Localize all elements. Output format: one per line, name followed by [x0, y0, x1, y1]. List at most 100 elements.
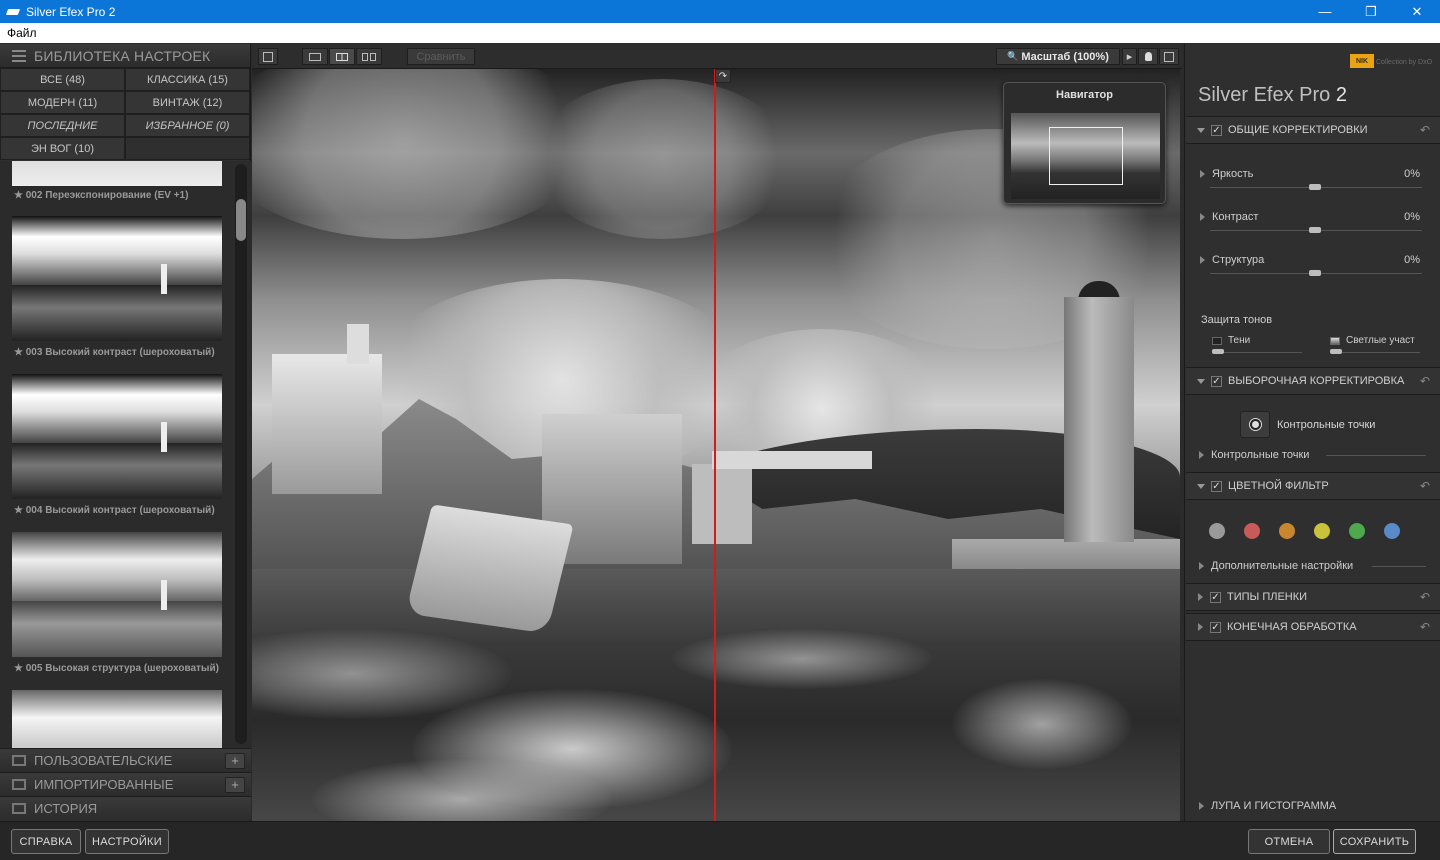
- color-filter-yellow-button[interactable]: [1314, 523, 1330, 539]
- preset-thumbnail[interactable]: [12, 690, 222, 749]
- close-button[interactable]: ✕: [1394, 0, 1440, 23]
- brightness-knob[interactable]: [1309, 184, 1321, 190]
- film-enable-checkbox[interactable]: ✓: [1210, 591, 1221, 603]
- view-side-by-side-button[interactable]: [356, 48, 382, 65]
- global-enable-checkbox[interactable]: ✓: [1211, 124, 1222, 136]
- toggle-right-panel-button[interactable]: [1159, 48, 1179, 65]
- navigator-thumbnail[interactable]: [1011, 113, 1160, 199]
- control-points-list-label: Контрольные точки: [1211, 449, 1310, 461]
- adjustments-panel: [1184, 44, 1440, 822]
- category-all[interactable]: ВСЕ (48): [0, 68, 125, 91]
- cancel-button[interactable]: ОТМЕНА: [1248, 829, 1330, 854]
- section-global-adjustments[interactable]: ✓ ОБЩИЕ КОРРЕКТИРОВКИ ↶: [1186, 116, 1440, 144]
- preset-thumbnail[interactable]: [12, 374, 222, 499]
- zoom-dropdown[interactable]: 🔍 Масштаб (100%): [996, 48, 1120, 65]
- single-view-icon: [309, 52, 321, 61]
- history-icon: [12, 803, 26, 814]
- reset-icon[interactable]: ↶: [1420, 620, 1430, 634]
- product-number: 2: [1335, 84, 1347, 106]
- category-en-vogue[interactable]: ЭН ВОГ (10): [0, 137, 125, 160]
- contrast-knob[interactable]: [1309, 227, 1321, 233]
- compare-button[interactable]: Сравнить: [407, 48, 475, 65]
- section-imported-label: ИМПОРТИРОВАННЫЕ: [34, 777, 174, 792]
- library-header[interactable]: БИБЛИОТЕКА НАСТРОЕК: [0, 44, 250, 68]
- maximize-button[interactable]: ❐: [1348, 0, 1394, 23]
- zoom-label: Масштаб (100%): [1021, 50, 1109, 63]
- view-single-button[interactable]: [302, 48, 328, 65]
- tone-protection-label: Защита тонов: [1201, 314, 1273, 326]
- preset-thumbnail[interactable]: [12, 216, 222, 341]
- category-vintage[interactable]: ВИНТАЖ (12): [125, 91, 250, 114]
- section-history[interactable]: ИСТОРИЯ: [0, 796, 251, 820]
- section-film-types[interactable]: ✓ ТИПЫ ПЛЕНКИ ↶: [1186, 583, 1440, 611]
- reset-icon[interactable]: ↶: [1420, 479, 1430, 493]
- structure-knob[interactable]: [1309, 270, 1321, 276]
- reset-icon[interactable]: ↶: [1420, 123, 1430, 137]
- split-divider[interactable]: [714, 69, 716, 821]
- menu-file[interactable]: Файл: [0, 26, 44, 40]
- color-filter-blue-button[interactable]: [1384, 523, 1400, 539]
- brightness-label: Яркость: [1200, 168, 1253, 180]
- split-swap-button[interactable]: ↷: [715, 69, 731, 83]
- library-icon: [12, 49, 26, 62]
- highlights-toggle[interactable]: Светлые участ: [1330, 335, 1415, 346]
- section-selective-adjustments[interactable]: ✓ ВЫБОРОЧНАЯ КОРРЕКТИРОВКА ↶: [1186, 367, 1440, 395]
- advanced-settings-toggle[interactable]: Дополнительные настройки: [1199, 560, 1353, 572]
- section-color-filter[interactable]: ✓ ЦВЕТНОЙ ФИЛЬТР ↶: [1186, 472, 1440, 500]
- minimize-button[interactable]: —: [1302, 0, 1348, 23]
- shadows-track[interactable]: [1212, 352, 1302, 353]
- film-title: ТИПЫ ПЛЕНКИ: [1227, 591, 1308, 603]
- finishing-enable-checkbox[interactable]: ✓: [1210, 621, 1221, 633]
- shadows-swatch: [1212, 336, 1222, 345]
- section-imported[interactable]: ИМПОРТИРОВАННЫЕ +: [0, 772, 251, 796]
- preset-thumbnail[interactable]: [12, 532, 222, 657]
- settings-button[interactable]: НАСТРОЙКИ: [85, 829, 169, 854]
- save-button[interactable]: СОХРАНИТЬ: [1333, 829, 1416, 854]
- add-custom-button[interactable]: +: [225, 752, 245, 769]
- category-favorites[interactable]: ИЗБРАННОЕ (0): [125, 114, 250, 137]
- section-custom[interactable]: ПОЛЬЗОВАТЕЛЬСКИЕ +: [0, 748, 251, 772]
- color-filter-neutral-button[interactable]: [1209, 523, 1225, 539]
- preset-scrollbar[interactable]: [235, 164, 247, 744]
- structure-label: Структура: [1200, 254, 1264, 266]
- divider: [1372, 566, 1426, 567]
- navigator-viewport-frame[interactable]: [1049, 127, 1123, 185]
- toggle-left-panel-button[interactable]: [258, 48, 278, 65]
- scroll-thumb[interactable]: [236, 199, 246, 241]
- help-button[interactable]: СПРАВКА: [11, 829, 81, 854]
- preset-thumbnail[interactable]: [12, 161, 222, 186]
- nik-collection-text: Collection by DxO: [1376, 59, 1433, 66]
- app-icon: [6, 5, 20, 19]
- reset-icon[interactable]: ↶: [1420, 374, 1430, 388]
- expand-icon: [1199, 451, 1204, 459]
- reset-icon[interactable]: ↶: [1420, 590, 1430, 604]
- collapse-icon: [1197, 483, 1205, 489]
- shadows-knob[interactable]: [1212, 349, 1224, 354]
- highlights-knob[interactable]: [1330, 349, 1342, 354]
- selective-enable-checkbox[interactable]: ✓: [1211, 375, 1222, 387]
- view-split-button[interactable]: [329, 48, 355, 65]
- highlights-track[interactable]: [1330, 352, 1420, 353]
- color-filter-orange-button[interactable]: [1279, 523, 1295, 539]
- loupe-histogram-toggle[interactable]: ЛУПА И ГИСТОГРАММА: [1199, 800, 1336, 812]
- add-imported-button[interactable]: +: [225, 776, 245, 793]
- add-control-point-button[interactable]: [1240, 411, 1270, 438]
- menu-bar: Файл: [0, 23, 1440, 43]
- preset-list: ★ 002 Переэкспонирование (EV +1) ★ 003 В…: [0, 161, 251, 749]
- bulb-button[interactable]: [1138, 48, 1158, 65]
- category-modern[interactable]: МОДЕРН (11): [0, 91, 125, 114]
- expand-icon: [1200, 170, 1205, 178]
- navigator-panel: Навигатор: [1003, 82, 1166, 204]
- bottom-bar: СПРАВКА НАСТРОЙКИ ОТМЕНА СОХРАНИТЬ: [0, 821, 1440, 860]
- color-filter-green-button[interactable]: [1349, 523, 1365, 539]
- zoom-arrow-button[interactable]: ▸: [1122, 48, 1137, 65]
- color-filter-red-button[interactable]: [1244, 523, 1260, 539]
- category-recent[interactable]: ПОСЛЕДНИЕ: [0, 114, 125, 137]
- panel-toggle-icon: [263, 51, 273, 62]
- control-points-list-toggle[interactable]: Контрольные точки: [1199, 449, 1309, 461]
- color-filter-enable-checkbox[interactable]: ✓: [1211, 480, 1222, 492]
- window-title: Silver Efex Pro 2: [26, 4, 116, 19]
- section-finishing[interactable]: ✓ КОНЕЧНАЯ ОБРАБОТКА ↶: [1186, 613, 1440, 641]
- shadows-toggle[interactable]: Тени: [1212, 335, 1250, 346]
- category-classic[interactable]: КЛАССИКА (15): [125, 68, 250, 91]
